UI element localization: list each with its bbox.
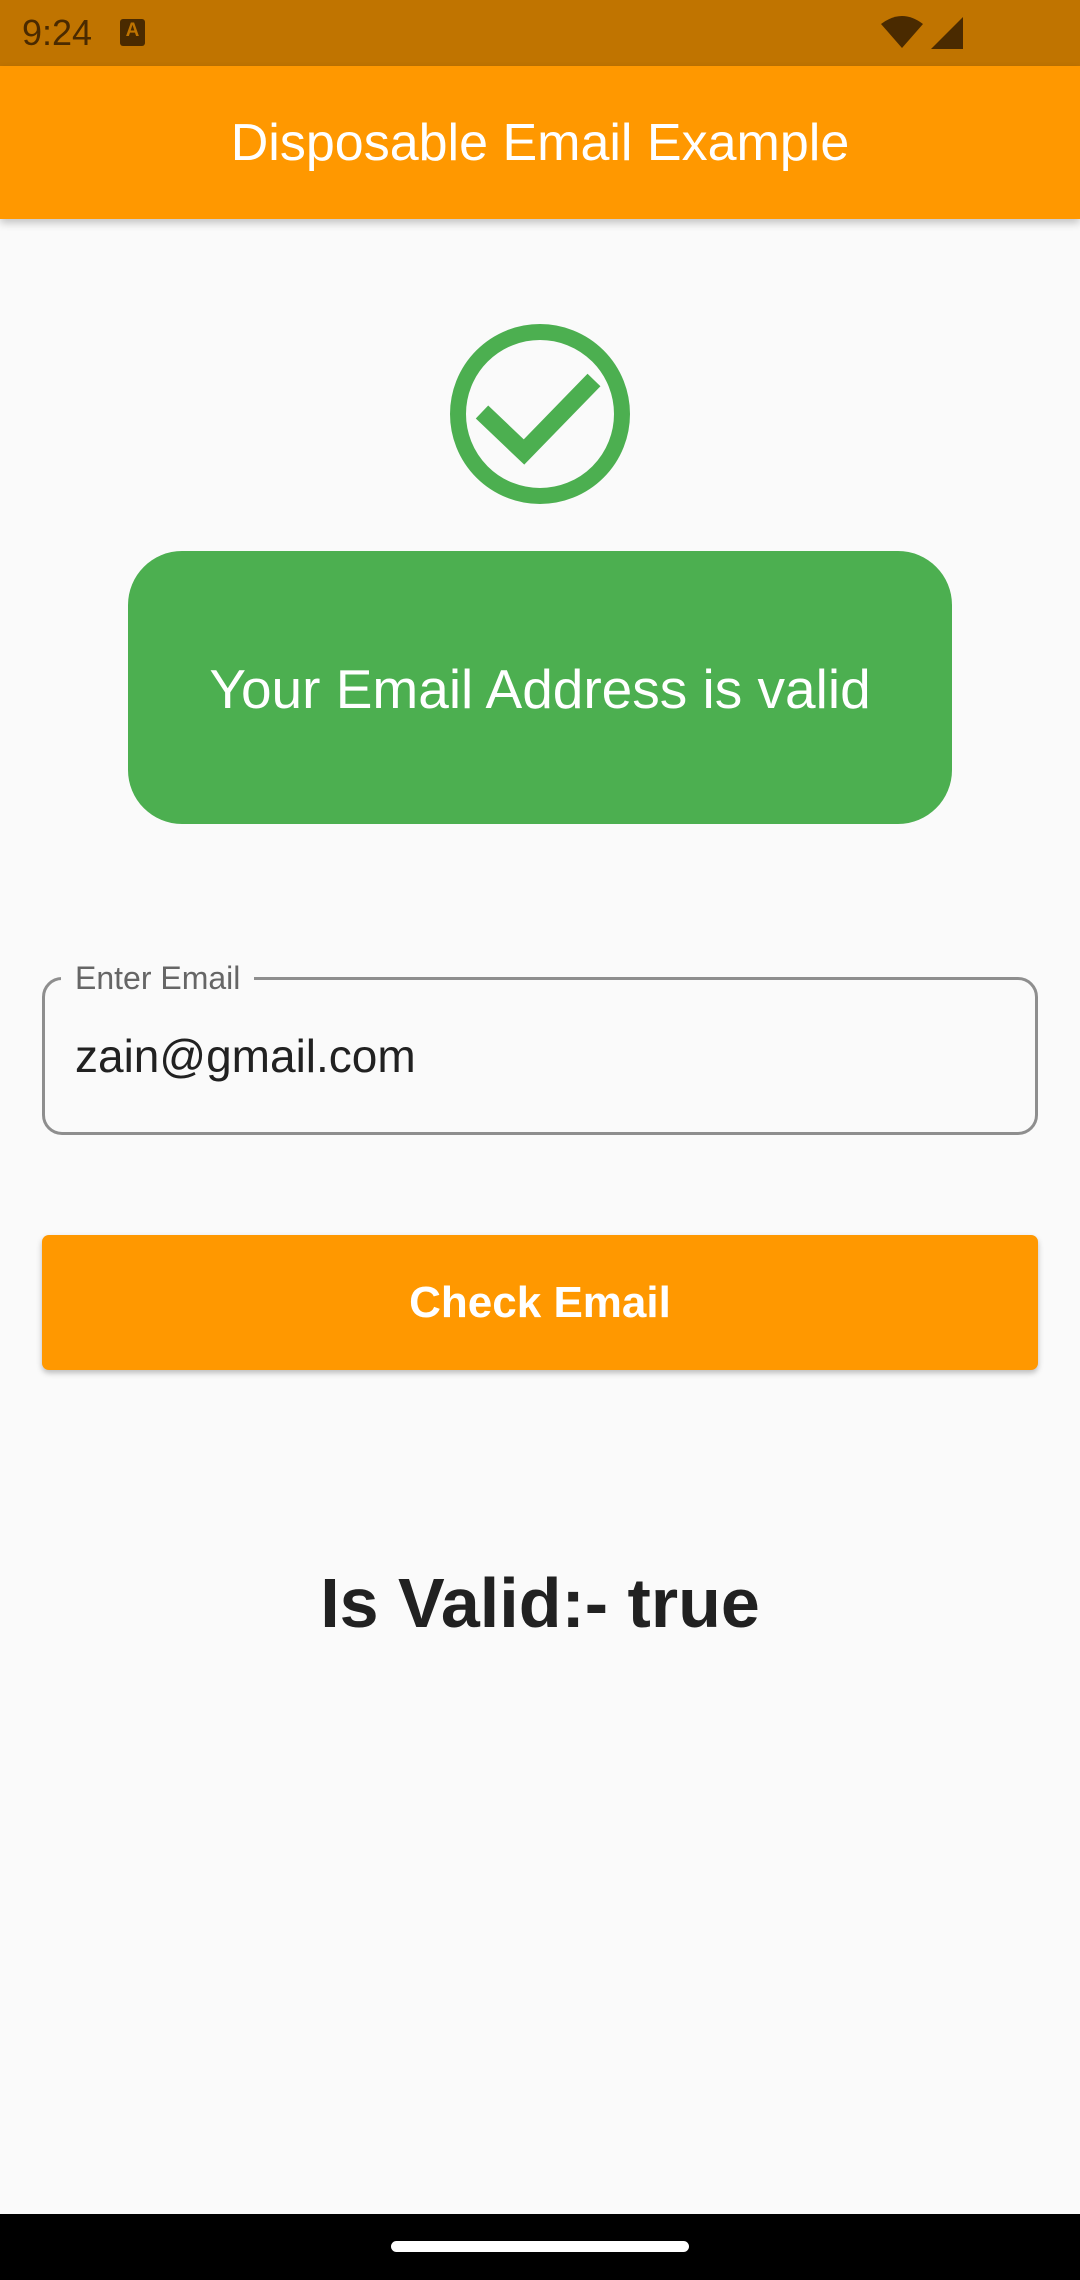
- email-input[interactable]: [75, 1026, 975, 1086]
- home-gesture-handle[interactable]: [391, 2241, 689, 2252]
- validation-result-card: Your Email Address is valid: [128, 551, 952, 824]
- check-circle-icon: [450, 324, 630, 504]
- app-title: Disposable Email Example: [230, 114, 850, 172]
- status-bar: 9:24 A: [0, 0, 1080, 66]
- app-bar: Disposable Email Example: [0, 66, 1080, 219]
- email-field-label: Enter Email: [61, 959, 255, 997]
- wifi-icon: [881, 16, 923, 48]
- notification-icon: A: [120, 19, 145, 46]
- navigation-bar: [0, 2214, 1080, 2280]
- notification-icon-letter: A: [125, 20, 140, 41]
- status-time: 9:24: [22, 12, 93, 53]
- cellular-signal-icon: [931, 17, 963, 49]
- validation-message: Your Email Address is valid: [209, 658, 871, 720]
- is-valid-result: Is Valid:- true: [320, 1564, 760, 1642]
- email-field[interactable]: Enter Email: [42, 959, 1038, 1135]
- check-email-button[interactable]: Check Email: [42, 1235, 1038, 1370]
